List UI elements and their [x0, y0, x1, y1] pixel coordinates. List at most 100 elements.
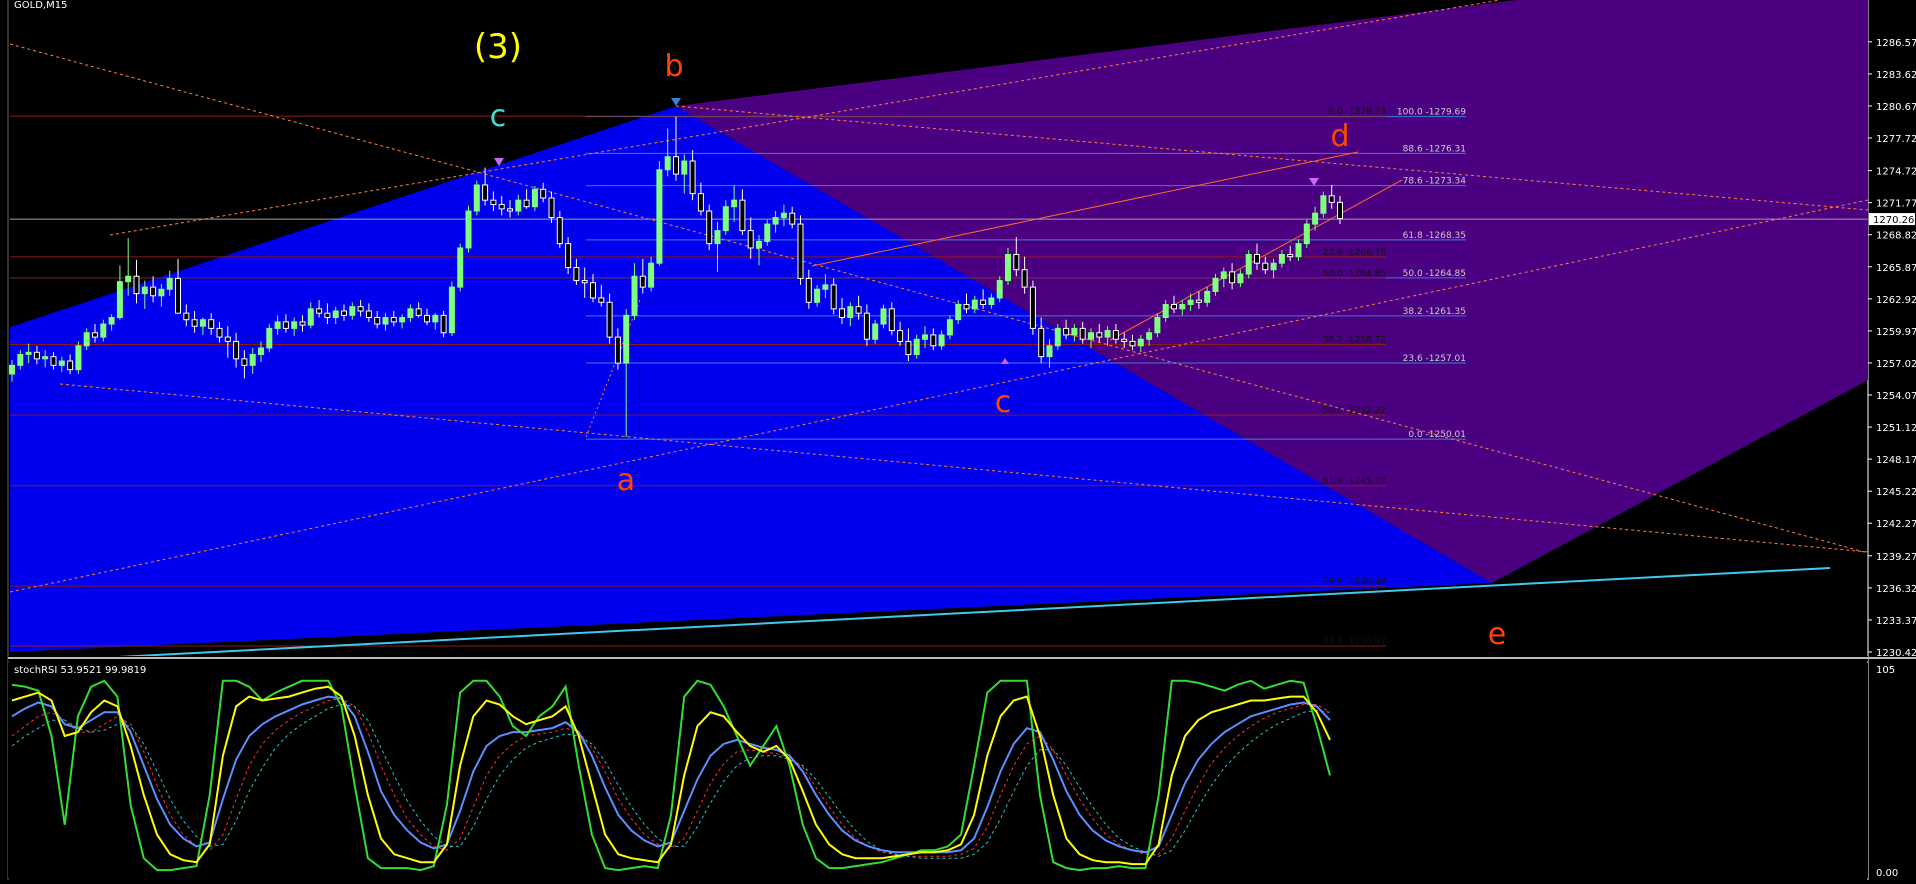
candle-body [349, 306, 356, 316]
candle-body [814, 288, 821, 303]
candle-body [648, 262, 655, 288]
candle-body [656, 169, 663, 264]
price-tick-label: 1251.12 [1876, 423, 1916, 434]
candle-body [1005, 253, 1011, 282]
candle-body [465, 210, 472, 249]
candle-body [1262, 262, 1269, 271]
candle-body [1212, 277, 1219, 292]
price-tick-label: 1286.57 [1876, 38, 1916, 49]
candle-body [739, 199, 746, 232]
candle-body [639, 275, 646, 288]
price-tick-label: 1236.32 [1876, 584, 1916, 595]
candle-body [374, 317, 381, 325]
candle-body [125, 275, 132, 283]
fib-red-label: 50.0 -1264.85 [1323, 269, 1386, 279]
candle-body [266, 327, 273, 349]
candle-body [988, 297, 995, 305]
candle-body [1237, 273, 1244, 284]
price-tick-label: 1248.17 [1876, 455, 1916, 466]
candle-body [291, 321, 298, 329]
candle-body [764, 223, 771, 242]
candle-body [863, 312, 870, 340]
candle-body [963, 303, 970, 310]
candle-body [390, 317, 397, 323]
candle-body [1088, 332, 1094, 340]
candle-body [282, 321, 289, 329]
fib-red-label: 50.0 -1252.22 [1323, 406, 1386, 416]
wave-label: e [1488, 617, 1506, 652]
fib-red-label: 38.2 -1258.72 [1323, 335, 1386, 345]
candle-body [133, 275, 140, 295]
candle-body [540, 188, 547, 199]
candle-body [299, 321, 306, 326]
current-price-label: 1270.26 [1873, 215, 1914, 226]
candle-body [1195, 299, 1202, 303]
candle-body [92, 332, 98, 338]
candle-body [888, 308, 895, 332]
fib-blue-label: 50.0 -1264.85 [1403, 269, 1466, 279]
osc-tick-label-bottom: 0.00 [1876, 868, 1898, 879]
candle-body [17, 353, 24, 366]
candle-body [357, 306, 364, 312]
candle-body [1021, 269, 1028, 288]
fib-blue-label: 23.6 -1257.01 [1403, 354, 1466, 364]
candle-body [424, 314, 430, 323]
candle-body [523, 199, 530, 208]
candle-body [1220, 271, 1227, 279]
candle-body [623, 314, 630, 364]
wave-label: c [995, 385, 1012, 420]
candle-body [1137, 338, 1144, 347]
wave-label: c [490, 99, 507, 134]
price-tick-label: 1265.87 [1876, 263, 1916, 274]
candle-body [473, 184, 480, 212]
candle-body [249, 353, 256, 366]
candle-body [25, 351, 32, 355]
candle-body [756, 240, 762, 249]
candle-body [722, 206, 729, 232]
price-chart[interactable]: 100.0 -1279.69 88.6 -1276.31 78.6 -1273.34… [0, 0, 1916, 880]
candle-body [175, 277, 181, 314]
candle-body [573, 267, 580, 282]
candle-body [922, 334, 928, 340]
candle-body [407, 308, 414, 319]
candle-body [971, 299, 978, 310]
candle-body [241, 358, 248, 366]
candle-body [1079, 327, 1086, 340]
candle-body [830, 284, 837, 310]
candle-body [183, 312, 190, 321]
fib-blue-label: 100.0 -1279.69 [1397, 108, 1466, 118]
candle-body [316, 308, 323, 314]
candle-body [565, 243, 572, 269]
candle-body [216, 327, 223, 338]
candle-body [673, 156, 679, 175]
candle-body [789, 212, 796, 225]
candle-body [1295, 243, 1302, 258]
candle-body [1179, 303, 1186, 310]
candle-body [1054, 327, 1061, 347]
candle-body [689, 160, 696, 195]
candle-body [780, 212, 787, 219]
candle-body [606, 301, 613, 338]
candle-body [556, 217, 563, 245]
candle-body [913, 338, 920, 355]
candle-body [42, 356, 49, 360]
candle-body [847, 306, 854, 319]
oscillator-title: stochRSI 53.9521 99.9819 [14, 665, 147, 676]
candle-body [772, 217, 779, 225]
candle-body [490, 199, 497, 206]
candle-body [1096, 332, 1103, 338]
candle-body [324, 312, 331, 319]
candle-body [83, 332, 90, 347]
candle-body [1129, 340, 1136, 347]
candle-body [706, 210, 713, 245]
candle-body [274, 321, 281, 329]
candle-body [1312, 212, 1319, 225]
candle-body [341, 310, 347, 316]
candle-body [1071, 327, 1078, 336]
candle-body [1328, 195, 1335, 203]
candle-body [1171, 303, 1177, 310]
candle-body [141, 286, 148, 295]
price-tick-label: 1274.72 [1876, 167, 1916, 178]
candle-body [75, 345, 82, 371]
candle-body [233, 340, 240, 360]
